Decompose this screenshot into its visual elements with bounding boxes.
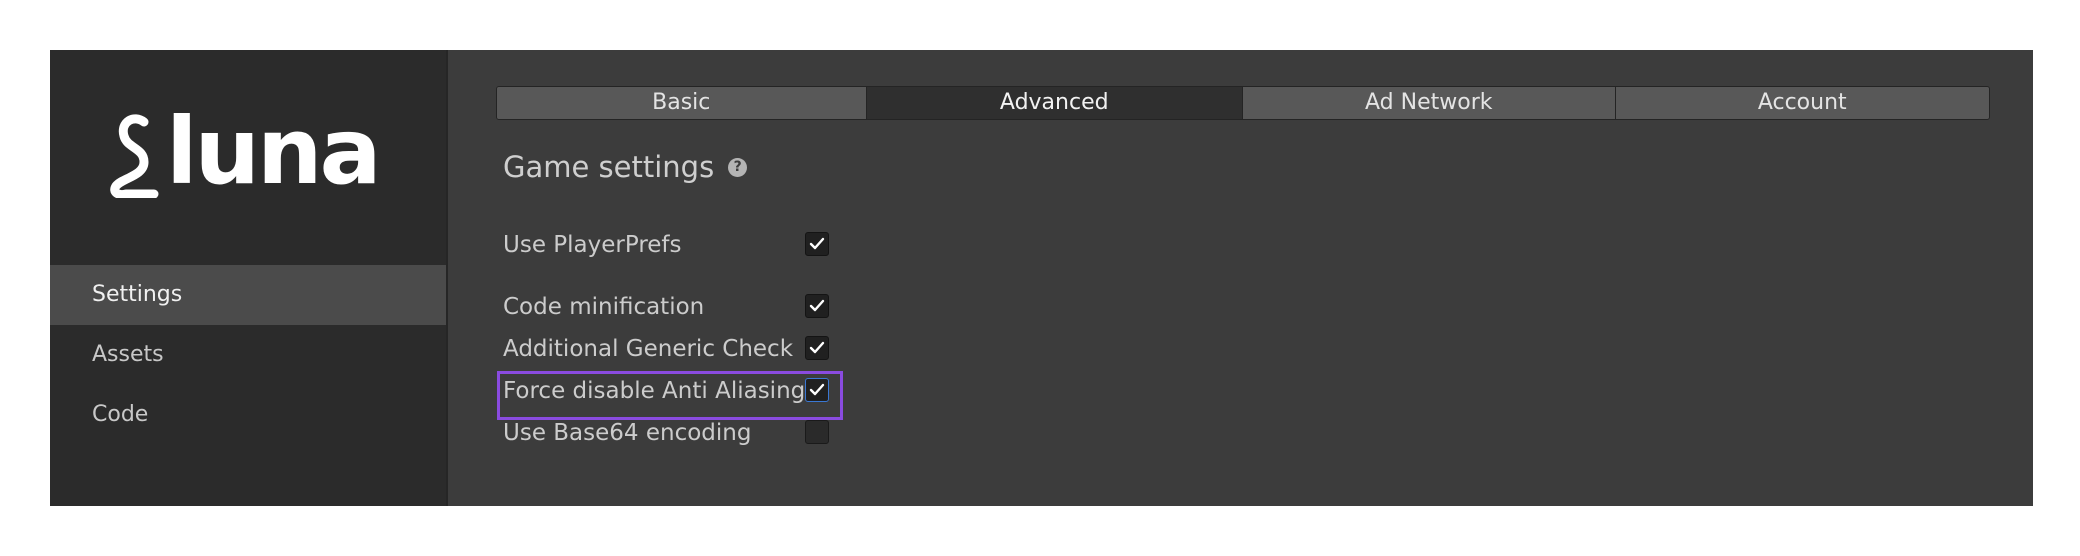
setting-label: Use PlayerPrefs [503, 232, 682, 258]
setting-label: Force disable Anti Aliasing [503, 378, 806, 404]
section-title: Game settings [503, 150, 715, 184]
sidebar-nav: Settings Assets Code [50, 265, 446, 445]
tab-ad-network[interactable]: Ad Network [1243, 87, 1616, 119]
setting-row-additional-generic-check: Additional Generic Check [503, 332, 863, 366]
sidebar-item-assets[interactable]: Assets [50, 325, 446, 385]
sidebar-item-settings[interactable]: Settings [50, 265, 446, 325]
tab-bar: Basic Advanced Ad Network Account [496, 86, 1990, 120]
additional-generic-check-checkbox[interactable] [805, 336, 829, 360]
help-icon[interactable]: ? [728, 157, 748, 177]
luna-logo: luna [104, 106, 382, 202]
setting-label: Additional Generic Check [503, 336, 794, 362]
sidebar: luna Settings Assets Code [50, 50, 448, 506]
main-panel: Basic Advanced Ad Network Account Game s… [448, 50, 2033, 506]
checkmark-icon [809, 383, 825, 396]
setting-label: Code minification [503, 294, 705, 320]
luna-settings-window: luna Settings Assets Code Basic Advanced… [50, 50, 2033, 506]
luna-swirl-icon [110, 114, 159, 198]
setting-row-code-minification: Code minification [503, 290, 863, 324]
use-playerprefs-checkbox[interactable] [805, 232, 829, 256]
setting-row-force-disable-anti-aliasing: Force disable Anti Aliasing [503, 374, 863, 408]
setting-row-use-base64-encoding: Use Base64 encoding [503, 416, 863, 450]
code-minification-checkbox[interactable] [805, 294, 829, 318]
sidebar-item-code[interactable]: Code [50, 385, 446, 445]
checkmark-icon [809, 299, 825, 312]
tab-advanced[interactable]: Advanced [866, 87, 1243, 119]
section-header: Game settings ? [503, 150, 748, 184]
tab-account[interactable]: Account [1615, 87, 1989, 119]
force-disable-anti-aliasing-checkbox[interactable] [805, 378, 829, 402]
checkmark-icon [809, 341, 825, 354]
setting-row-use-playerprefs: Use PlayerPrefs [503, 228, 863, 262]
use-base64-encoding-checkbox[interactable] [805, 420, 829, 444]
logo-text: luna [166, 98, 382, 205]
tab-basic[interactable]: Basic [497, 87, 867, 119]
setting-label: Use Base64 encoding [503, 420, 752, 446]
checkmark-icon [809, 237, 825, 250]
